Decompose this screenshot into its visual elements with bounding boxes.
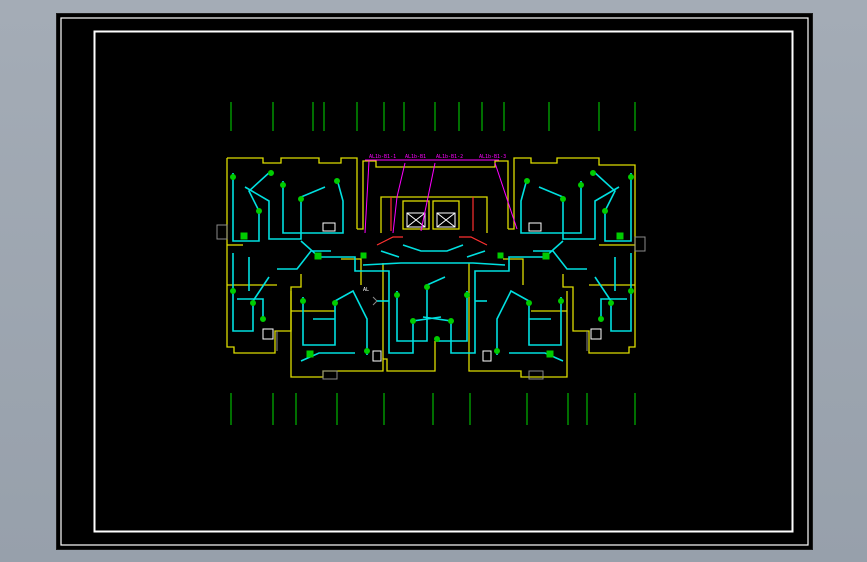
circuit-label-4: AL1b-B1-3	[479, 154, 506, 160]
circuit-label-2: AL1b-B1	[405, 154, 426, 160]
panel-tag: AL	[363, 287, 369, 293]
elevator-symbols	[406, 212, 456, 228]
stair-lines	[376, 197, 488, 246]
axis-lines-top	[230, 102, 636, 131]
circuit-labels: AL1b-B1-1 AL1b-B1 AL1b-B1-2 AL1b-B1-3	[369, 154, 506, 160]
panel-boxes	[262, 222, 602, 362]
axis-lines-bottom	[230, 393, 636, 425]
circuit-label-1: AL1b-B1-1	[369, 154, 396, 160]
circuit-label-3: AL1b-B1-2	[436, 154, 463, 160]
gray-details	[216, 224, 646, 380]
cad-viewport[interactable]: AL1b-B1-1 AL1b-B1 AL1b-B1-2 AL1b-B1-3 AL	[56, 13, 813, 550]
building-walls	[226, 157, 636, 378]
electrical-floor-plan: AL1b-B1-1 AL1b-B1 AL1b-B1-2 AL1b-B1-3 AL	[60, 17, 809, 546]
wiring-runs	[232, 170, 632, 362]
